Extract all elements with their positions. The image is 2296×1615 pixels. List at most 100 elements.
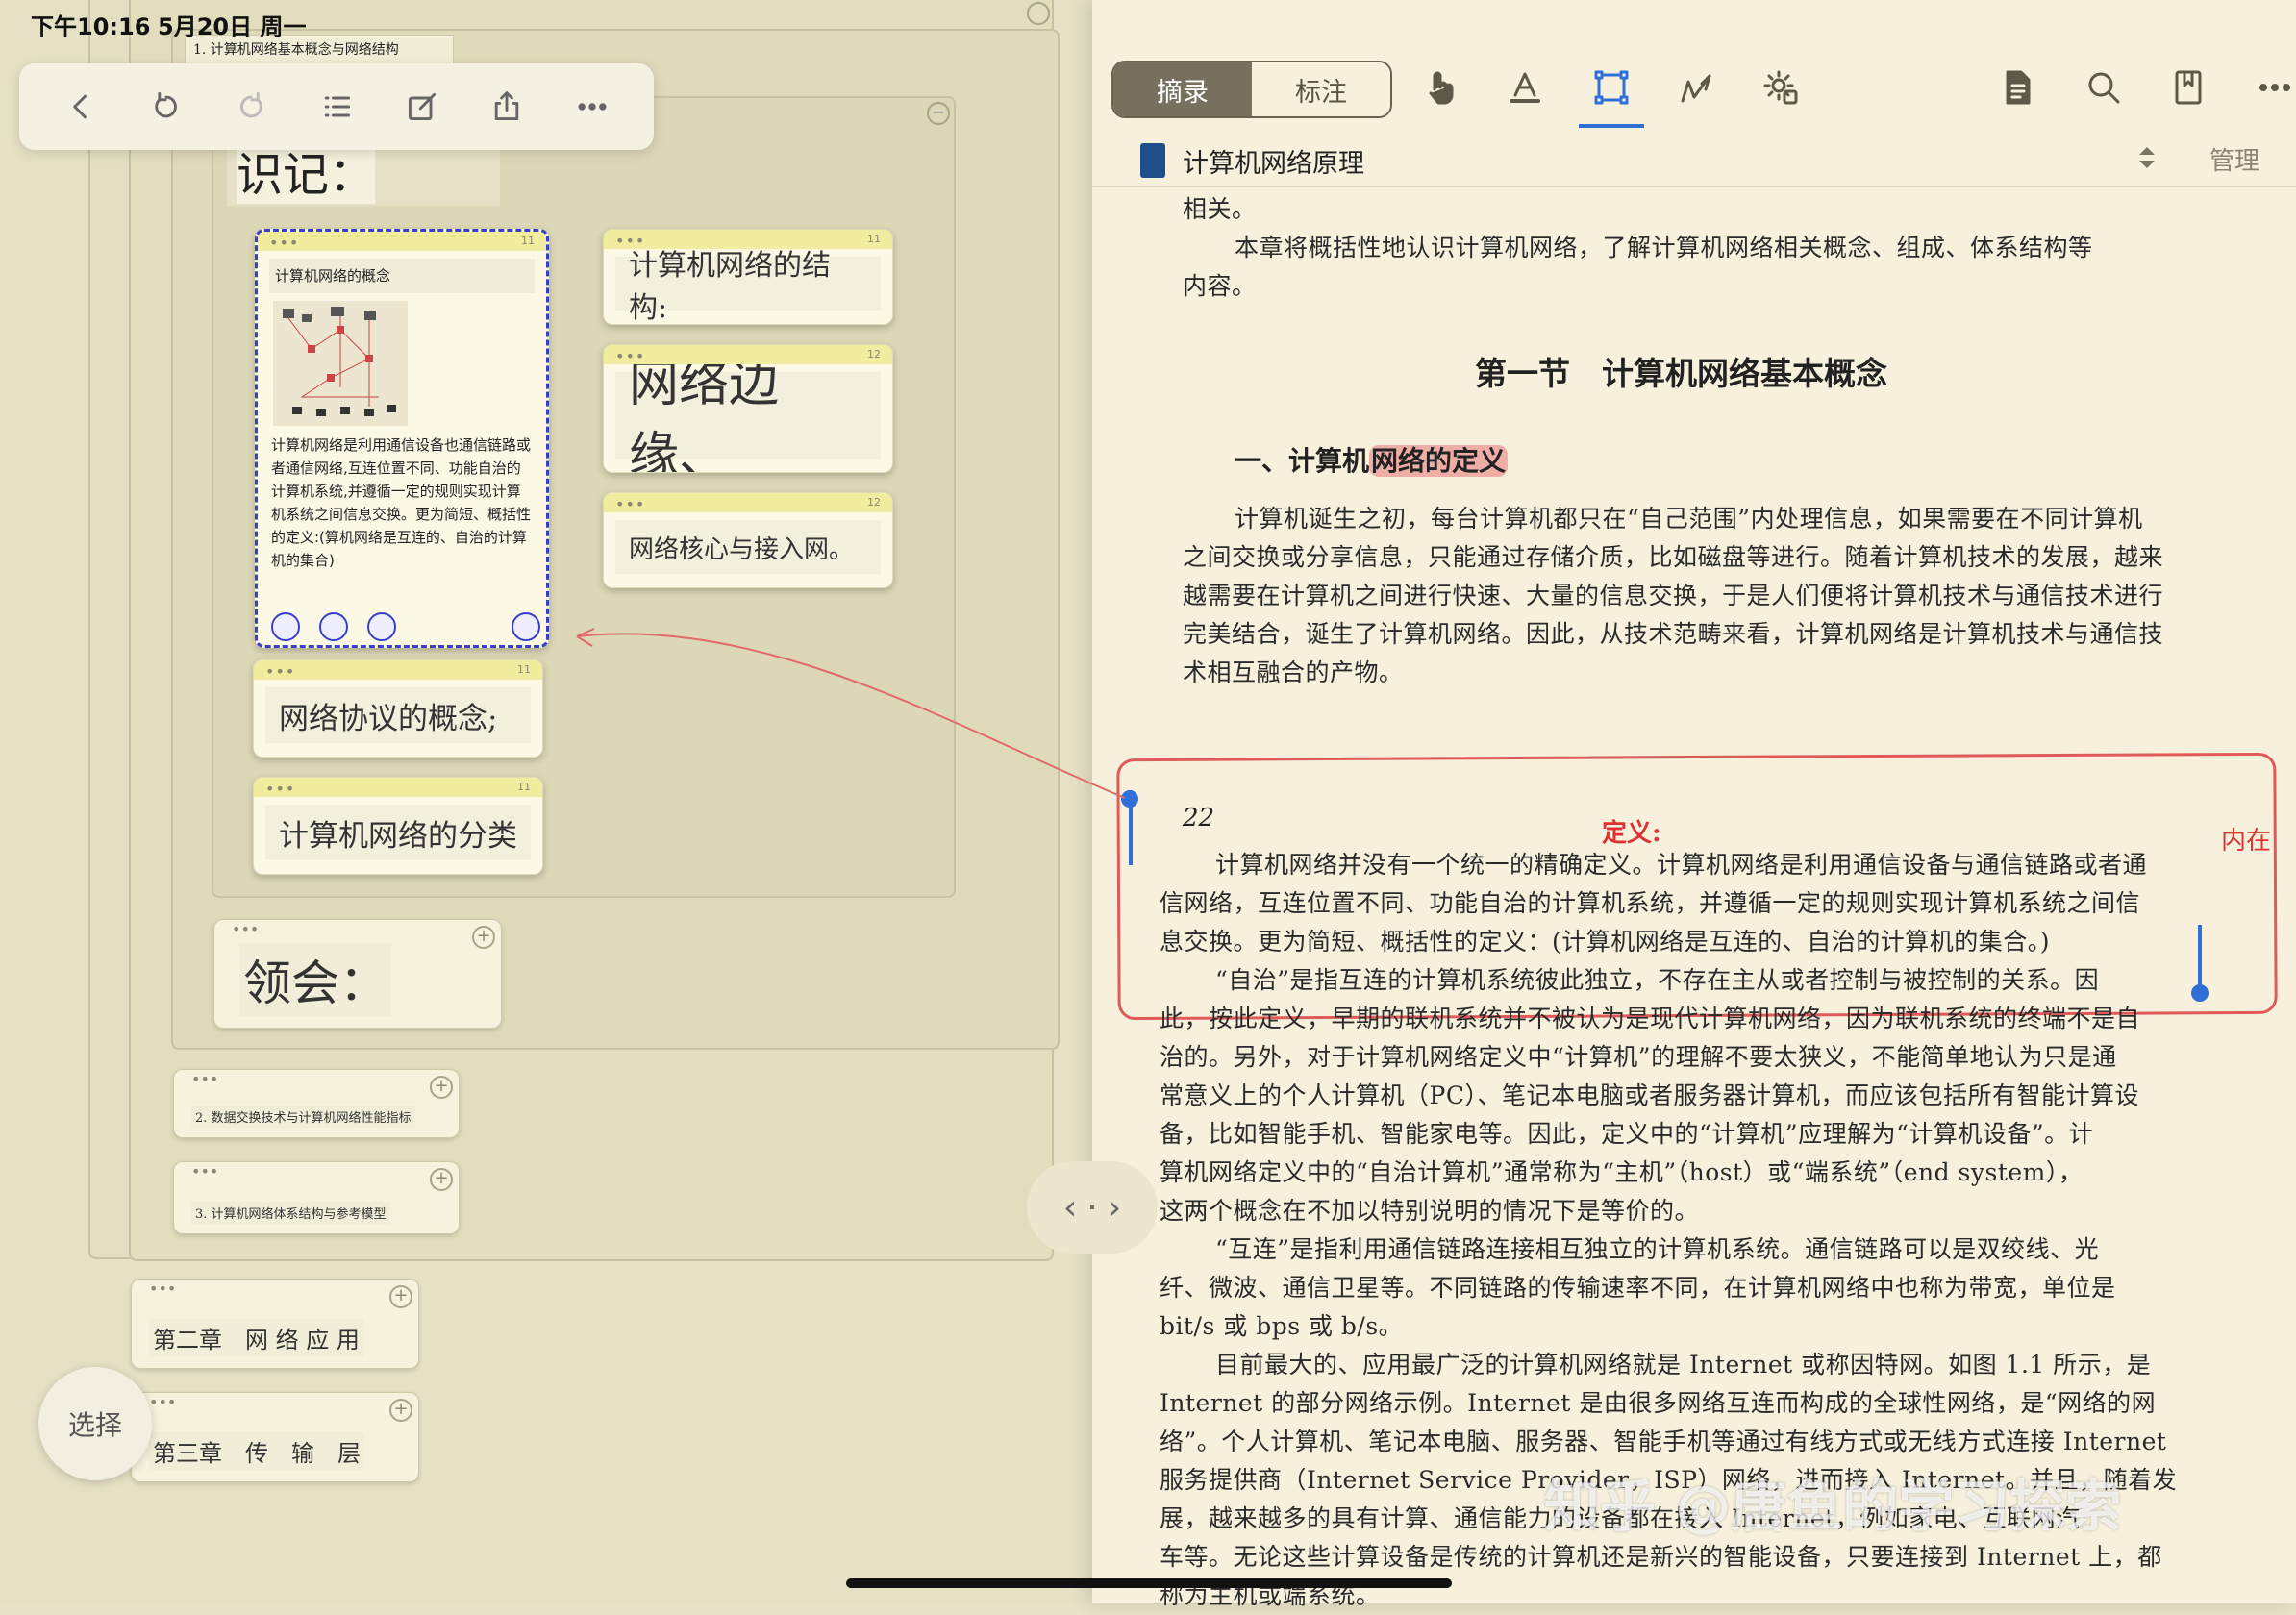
expand-icon[interactable]: + [389,1399,412,1422]
expand-icon[interactable]: + [472,926,495,949]
rectangle-select-icon[interactable] [1588,64,1635,111]
status-time: 下午10:16 [31,13,151,40]
book-tab-row: 计算机网络原理 管理 [1092,130,2296,187]
card-menu-icon[interactable]: ••• [615,232,645,250]
card-menu-icon[interactable]: ••• [265,780,295,798]
card-menu-icon[interactable]: ••• [149,1280,176,1298]
text-line: 纤、微波、通信卫星等。不同链路的传输速率不同，在计算机网络中也称为带宽，单位是 [1160,1274,2116,1302]
text-line: 息交换。更为简短、概括性的定义：(计算机网络是互连的、自治的计算机的集合。) [1160,928,2051,956]
selection-handle-start-knob[interactable] [1121,790,1138,808]
redo-icon[interactable] [230,86,272,128]
text-line: 此，按此定义，早期的联机系统并不被认为是现代计算机网络，因为联机系统的终端不是自 [1160,1005,2141,1032]
expand-icon[interactable]: + [430,1168,453,1191]
text-line: 目前最大的、应用最广泛的计算机网络就是 Internet 或称因特网。如图 1.… [1215,1351,2152,1379]
active-tool-indicator [1579,124,1644,128]
highlighted-subtitle[interactable]: 网络的定义 [1369,445,1509,477]
book-tab[interactable]: 计算机网络原理 [1131,136,1515,186]
subnode-3[interactable]: ••• + 3. 计算机网络体系结构与参考模型 [173,1161,460,1234]
concept-card-body: 计算机网络是利用通信设备也通信链路或者通信网络,互连位置不同、功能自治的计算机系… [271,436,532,569]
text-line: 这两个概念在不加以特别说明的情况下是等价的。 [1160,1197,1700,1225]
tab-excerpt[interactable]: 摘录 [1113,62,1252,116]
text-line: 备，比如智能手机、智能家电等。因此，定义中的“计算机”应理解为“计算机设备”。计 [1160,1120,2094,1148]
tab-annotate[interactable]: 标注 [1252,62,1390,116]
lingui-node[interactable]: ••• + 领会： [213,919,502,1029]
protocol-card[interactable]: ••• 11 网络协议的概念; [253,659,543,758]
document-icon[interactable] [1994,64,2040,111]
edge-card[interactable]: ••• 12 网络边缘、 [603,344,893,473]
card-menu-icon[interactable]: ••• [232,920,259,938]
share-icon[interactable] [486,86,528,128]
settings-icon[interactable] [1758,64,1804,111]
structure-card-text: 计算机网络的结构: [615,249,881,324]
text-line: 信网络，互连位置不同、功能自治的计算机系统，并遵循一定的规则实现计算机系统之间信 [1160,889,2141,917]
classify-card[interactable]: ••• 11 计算机网络的分类 [253,777,543,875]
outline-list-icon[interactable] [315,86,358,128]
more-icon[interactable] [571,86,613,128]
text-line: Internet 的部分网络示例。Internet 是由很多网络互连而构成的全球… [1160,1389,2157,1417]
split-view-handle[interactable]: ‹ · › [1027,1161,1158,1254]
back-icon[interactable] [60,86,102,128]
collapse-icon[interactable] [1027,2,1050,25]
text-line: 计算机诞生之初，每台计算机都只在“自己范围”内处理信息，如果需要在不同计算机 [1235,505,2143,533]
text-line: “自治”是指互连的计算机系统彼此独立，不存在主从或者控制与被控制的关系。因 [1215,966,2100,994]
search-icon[interactable] [2081,64,2127,111]
reader-toolbar: 摘录 标注 [1092,43,2296,130]
text-line: 计算机网络并没有一个统一的精确定义。计算机网络是利用通信设备与通信链路或者通 [1215,851,2148,879]
classify-card-text: 计算机网络的分类 [265,805,531,860]
text-line: 本章将概括性地认识计算机网络，了解计算机网络相关概念、组成、体系结构等 [1235,234,2093,261]
chapter-2-label: 第二章 网 络 应 用 [149,1319,363,1356]
card-menu-icon[interactable]: ••• [149,1393,176,1411]
chevron-left-icon: ‹ [1062,1187,1078,1228]
selection-handle-end[interactable] [2198,925,2202,992]
text-highlight-icon[interactable] [1502,64,1548,111]
undo-icon[interactable] [145,86,187,128]
select-button[interactable]: 选择 [38,1367,152,1480]
book-cover-icon [1140,143,1165,178]
structure-card[interactable]: ••• 11 计算机网络的结构: [603,229,893,325]
lingui-label: 领会： [239,943,391,1016]
edit-icon[interactable] [401,86,443,128]
card-menu-icon[interactable]: ••• [191,1070,218,1088]
text-line: 治的。另外，对于计算机网络定义中“计算机”的理解不要太狭义，不能简单地认为只是通 [1160,1043,2117,1071]
concept-card[interactable]: ••• 11 计算机网络的概念 计算机网络是利用通信设备也通信链路或者通信网络,互… [255,229,549,648]
link-icon[interactable] [319,612,348,641]
resize-handle-icon[interactable] [512,612,540,641]
card-menu-icon[interactable]: ••• [269,234,299,252]
core-card[interactable]: ••• 12 网络核心与接入网。 [603,492,893,588]
chapter-3-node[interactable]: ••• + 第三章 传 输 层 [131,1392,419,1482]
protocol-card-text: 网络协议的概念; [265,687,531,743]
mode-segment: 摘录 标注 [1111,61,1392,118]
concept-card-title: 计算机网络的概念 [269,259,535,293]
comment-icon[interactable] [271,612,300,641]
status-date: 5月20日 周一 [158,13,307,40]
card-menu-icon[interactable]: ••• [191,1162,218,1180]
bookmark-icon[interactable] [2165,64,2211,111]
mindmap-toolbar [19,63,654,150]
hand-icon[interactable] [1417,64,1463,111]
text-line: 络”。个人计算机、笔记本电脑、服务器、智能手机等通过有线方式或无线方式连接 In… [1160,1428,2167,1455]
text-line: 越需要在计算机之间进行快速、大量的信息交换，于是人们便将计算机技术与通信技术进行 [1183,582,2164,609]
expand-icon[interactable]: + [430,1076,453,1099]
expand-icon[interactable]: + [389,1285,412,1308]
subnode-2[interactable]: ••• + 2. 数据交换技术与计算机网络性能指标 [173,1069,460,1138]
card-menu-icon[interactable]: ••• [615,495,645,513]
selection-handle-end-knob[interactable] [2191,984,2209,1002]
edge-card-text: 网络边缘、 [615,356,881,472]
chevron-right-icon: › [1107,1187,1122,1228]
manage-button[interactable]: 管理 [2209,141,2259,177]
home-indicator [846,1578,1452,1588]
subsection-title-prefix: 一、计算机 [1235,445,1370,477]
section-title: 第一节 计算机网络基本概念 [1475,355,1887,392]
more-options-icon[interactable] [2252,64,2296,111]
text-line: 车等。无论这些计算设备是传统的计算机还是新兴的智能设备，只要连接到 Intern… [1160,1543,2162,1571]
card-menu-icon[interactable]: ••• [265,662,295,681]
merge-icon[interactable] [367,612,396,641]
sort-icon[interactable] [2133,143,2161,172]
text-line: 算机网络定义中的“自治计算机”通常称为“主机”（host）或“端系统”（end … [1160,1158,2084,1186]
subnode-2-label: 2. 数据交换技术与计算机网络性能指标 [191,1106,415,1128]
book-title: 计算机网络原理 [1183,148,1364,179]
freehand-draw-icon[interactable] [1673,64,1719,111]
card-menu-icon[interactable]: ••• [615,347,645,365]
chapter-2-node[interactable]: ••• + 第二章 网 络 应 用 [131,1279,419,1369]
collapse-icon[interactable]: − [927,102,950,125]
